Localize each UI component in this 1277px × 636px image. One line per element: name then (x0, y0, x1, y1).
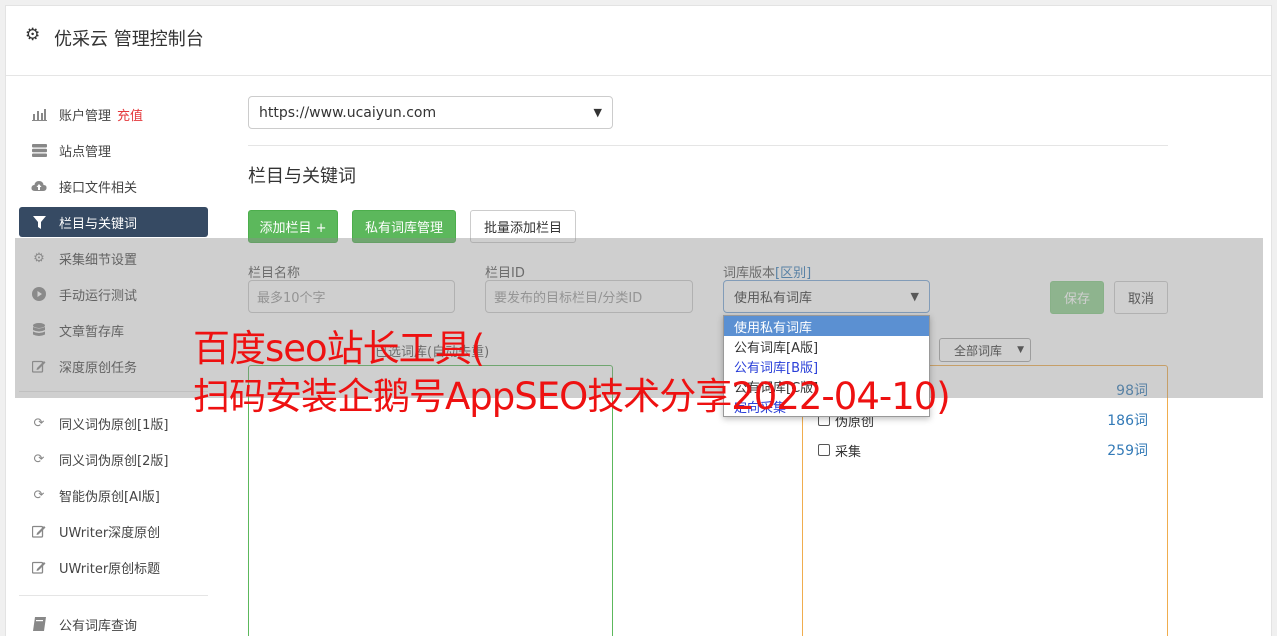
sidebar-item-label: 智能伪原创[AI版] (59, 489, 160, 505)
sidebar-item-label: 站点管理 (59, 144, 112, 160)
sidebar-item-uwriter-deep[interactable]: UWriter深度原创 (19, 516, 208, 546)
edit-icon (30, 559, 48, 575)
bar-chart-icon (30, 106, 48, 122)
cloud-upload-icon (30, 178, 48, 194)
sidebar-item-label: 栏目与关键词 (59, 216, 138, 232)
edit-icon (30, 523, 48, 539)
sidebar-item-label: 同义词伪原创[2版] (59, 453, 169, 469)
sidebar-item-columns-keywords[interactable]: 栏目与关键词 (19, 207, 208, 237)
refresh-icon: ⟳ (33, 415, 45, 431)
site-select-value: https://www.ucaiyun.com (259, 104, 437, 121)
sidebar-item-label: 接口文件相关 (59, 180, 138, 196)
header: ⚙ 优采云 管理控制台 (6, 6, 1271, 76)
sidebar-item-sites[interactable]: 站点管理 (19, 135, 208, 165)
library-name: 采集 (835, 444, 862, 460)
sidebar-item-api-files[interactable]: 接口文件相关 (19, 171, 208, 201)
site-select[interactable]: https://www.ucaiyun.com ▼ (248, 96, 613, 129)
watermark-line: 扫码安装企鹅号AppSEO技术分享2022-04-10) (193, 375, 951, 418)
sidebar-item-account[interactable]: 账户管理 充值 (19, 99, 208, 129)
sidebar-item-synonym-v1[interactable]: ⟳ 同义词伪原创[1版] (19, 408, 208, 438)
sidebar-item-label: 账户管理 (59, 108, 112, 124)
sidebar-item-label: 公有词库查询 (59, 618, 138, 634)
library-count: 259词 (1107, 443, 1148, 459)
book-icon (30, 616, 48, 632)
sidebar-divider (19, 595, 208, 596)
app-title: 优采云 管理控制台 (54, 29, 204, 50)
sidebar-item-synonym-v2[interactable]: ⟳ 同义词伪原创[2版] (19, 444, 208, 474)
filter-icon (30, 214, 48, 230)
recharge-link[interactable]: 充值 (117, 105, 143, 124)
sidebar-item-label: 同义词伪原创[1版] (59, 417, 169, 433)
watermark-line: 百度seo站长工具( (193, 327, 485, 370)
refresh-icon: ⟳ (33, 487, 45, 503)
divider (248, 145, 1168, 146)
library-count: 186词 (1107, 413, 1148, 429)
library-row[interactable]: 采集 259词 (818, 440, 1148, 460)
refresh-icon: ⟳ (33, 451, 45, 467)
sidebar-item-uwriter-title[interactable]: UWriter原创标题 (19, 552, 208, 582)
section-title: 栏目与关键词 (248, 166, 356, 187)
gear-icon: ⚙ (25, 25, 41, 45)
library-checkbox[interactable] (818, 444, 830, 456)
sidebar-item-label: UWriter深度原创 (59, 525, 161, 541)
chevron-down-icon: ▼ (593, 106, 602, 119)
watermark-text: 百度seo站长工具( 扫码安装企鹅号AppSEO技术分享2022-04-10) (193, 325, 951, 421)
sidebar-item-label: UWriter原创标题 (59, 561, 161, 577)
sidebar-item-public-lib[interactable]: 公有词库查询 (19, 609, 208, 636)
server-icon (30, 142, 48, 158)
sidebar-item-ai-rewrite[interactable]: ⟳ 智能伪原创[AI版] (19, 480, 208, 510)
